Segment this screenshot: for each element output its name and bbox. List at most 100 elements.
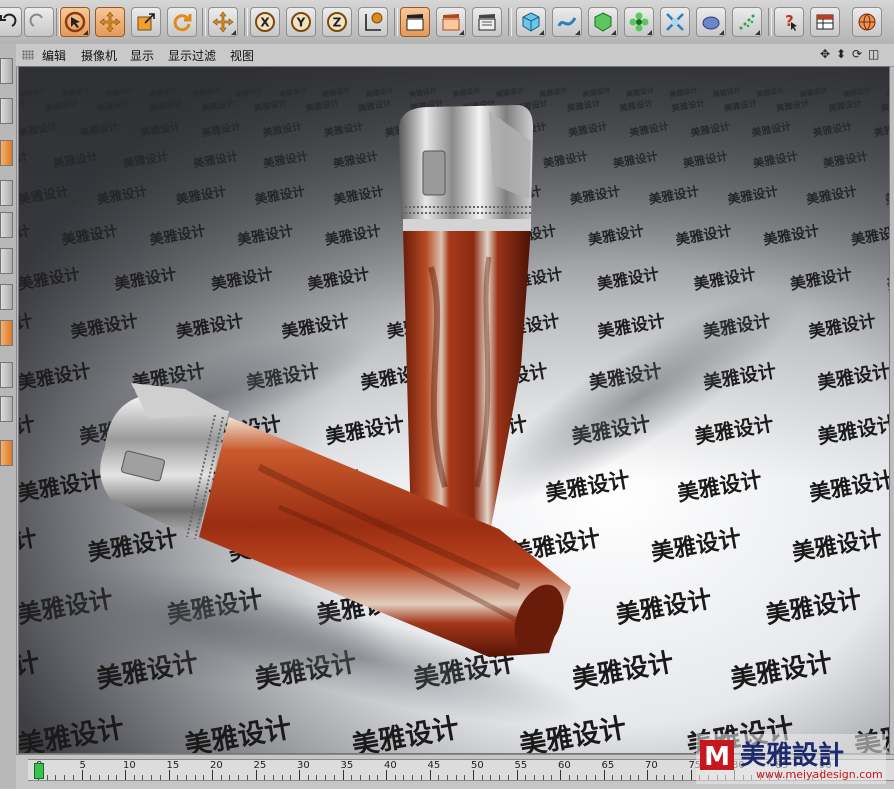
render-image: 美雅设计美雅设计美雅设计美雅设计美雅设计美雅设计美雅设计美雅设计美雅设计美雅设计… [19,67,889,753]
particle-button[interactable] [732,7,762,37]
clapperboard-icon [478,14,496,31]
tick-major [342,770,344,780]
tick-minor [142,775,144,780]
logo-letter: M [704,742,730,772]
render-view-button[interactable] [400,7,430,37]
menu-edit[interactable]: 编辑 [42,47,66,64]
left-tool-9[interactable] [0,362,13,388]
clapperboard-icon [406,14,424,31]
coordinate-system-button[interactable] [358,7,388,37]
tick-major [255,770,257,780]
tick-major [516,770,518,780]
tick-minor [586,775,588,780]
y-axis-lock-button[interactable]: Y [286,7,316,37]
tick-minor [464,775,466,780]
left-tool-3[interactable] [0,140,13,166]
axis-move-button[interactable] [208,7,238,37]
left-tool-5[interactable] [0,212,13,238]
svg-text:X: X [260,16,270,30]
x-axis-lock-button[interactable]: X [250,7,280,37]
tick-minor [525,775,527,780]
tick-minor [116,775,118,780]
scale-tool-button[interactable] [131,7,161,37]
generator-button[interactable] [588,7,618,37]
live-select-button[interactable] [60,7,90,37]
left-tool-10[interactable] [0,396,13,422]
tick-minor [90,775,92,780]
array-button[interactable] [624,7,654,37]
main-toolbar: X Y Z ? [0,0,894,45]
z-axis-icon: Z [327,12,347,32]
rotate-tool-button[interactable] [167,7,197,37]
cube-primitive-button[interactable] [516,7,546,37]
render-settings-button[interactable] [472,7,502,37]
tick-major [690,770,692,780]
tick-label: 30 [297,760,310,771]
help-pointer-button[interactable]: ? [774,7,804,37]
left-tool-1[interactable] [0,58,13,84]
tick-minor [107,775,109,780]
svg-text:Y: Y [296,16,306,30]
menu-display[interactable]: 显示 [130,47,154,64]
menu-view[interactable]: 视图 [230,47,254,64]
spline-button[interactable] [552,7,582,37]
tick-minor [403,775,405,780]
pan-view-icon[interactable]: ✥ [820,47,830,61]
rotate-icon [173,14,192,32]
tick-minor [264,775,266,780]
left-tool-4[interactable] [0,180,13,206]
scene-object-button[interactable] [696,7,726,37]
tick-minor [577,775,579,780]
tick-major [299,770,300,780]
scale-box-icon [137,13,155,31]
tick-minor [281,775,283,780]
left-tool-2[interactable] [0,98,13,124]
tick-minor [499,775,501,780]
rotate-view-icon[interactable]: ⟳ [852,47,862,61]
redo-button[interactable] [24,7,54,37]
render-region-button[interactable] [436,7,466,37]
left-tool-strip [0,44,17,788]
tick-minor [159,775,161,780]
tick-minor [377,775,379,780]
brand-name: 美雅設計 [740,740,844,771]
left-tool-7[interactable] [0,284,13,310]
menu-display-filter[interactable]: 显示过滤 [168,47,216,64]
tick-label: 60 [558,760,571,771]
undo-button[interactable] [0,7,22,37]
tick-label: 45 [427,760,441,771]
svg-text:Z: Z [333,16,342,30]
maximize-view-icon[interactable]: ◫ [868,47,879,61]
tick-minor [638,775,640,780]
dolly-view-icon[interactable]: ⬍ [836,47,846,61]
tick-major [386,770,387,780]
tick-minor [238,775,240,780]
tick-minor [290,775,292,780]
tick-minor [368,775,370,780]
drag-grip-icon[interactable] [22,50,34,60]
tick-minor [133,775,135,780]
deformer-icon [666,13,684,31]
web-button[interactable] [852,7,882,37]
layout-button[interactable] [810,7,840,37]
tick-minor [333,775,335,780]
move-tool-button[interactable] [95,7,125,37]
tick-minor [229,775,231,780]
render-viewport[interactable]: 美雅设计美雅设计美雅设计美雅设计美雅设计美雅设计美雅设计美雅设计美雅设计美雅设计… [18,66,890,754]
menu-camera[interactable]: 摄像机 [81,47,117,64]
tick-minor [490,775,492,780]
left-tool-6[interactable] [0,248,13,274]
tick-minor [420,775,422,780]
deformer-button[interactable] [660,7,690,37]
tick-minor [307,775,309,780]
tick-minor [194,775,196,780]
tick-minor [151,775,153,780]
tick-minor [533,775,535,780]
timeline-playhead[interactable] [34,763,44,779]
tick-minor [351,775,353,780]
tick-minor [325,775,327,780]
left-tool-11[interactable] [0,440,13,466]
left-tool-8[interactable] [0,320,13,346]
tick-minor [246,775,248,780]
z-axis-lock-button[interactable]: Z [322,7,352,37]
